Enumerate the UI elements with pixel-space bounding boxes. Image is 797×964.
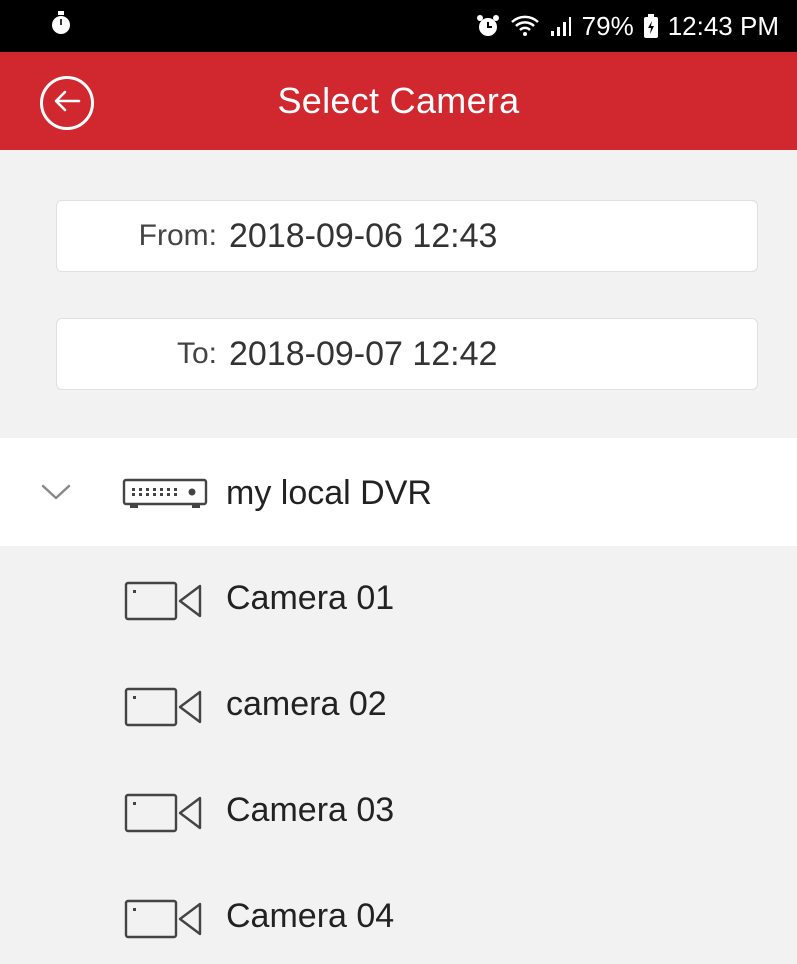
to-label: To: xyxy=(176,337,217,370)
camera-label: camera 02 xyxy=(226,685,387,723)
from-value: 2018-09-06 12:43 xyxy=(229,216,498,255)
signal-icon xyxy=(550,15,572,37)
camera-row[interactable]: Camera 04 xyxy=(0,864,797,964)
battery-icon xyxy=(643,14,658,38)
page-title: Select Camera xyxy=(277,80,520,121)
from-date-field[interactable]: From: 2018-09-06 12:43 xyxy=(56,200,758,272)
chevron-down-icon[interactable] xyxy=(40,482,72,507)
battery-percent: 79% xyxy=(581,10,634,41)
camera-icon xyxy=(124,793,204,838)
app-bar: Select Camera xyxy=(0,52,797,150)
camera-icon xyxy=(124,581,204,626)
camera-label: Camera 03 xyxy=(226,791,395,829)
camera-icon xyxy=(124,687,204,732)
wifi-icon xyxy=(510,14,540,38)
to-date-field[interactable]: To: 2018-09-07 12:42 xyxy=(56,318,758,390)
camera-icon xyxy=(124,899,204,944)
status-bar: 79% 12:43 PM xyxy=(0,0,797,52)
back-button[interactable] xyxy=(40,76,94,130)
camera-tree: my local DVR Camera 01 camera 02 Camera … xyxy=(0,438,797,964)
back-arrow-icon xyxy=(53,89,81,118)
camera-row[interactable]: Camera 01 xyxy=(0,546,797,652)
alarm-icon xyxy=(476,14,500,38)
from-label: From: xyxy=(138,219,217,252)
camera-row[interactable]: camera 02 xyxy=(0,652,797,758)
camera-row[interactable]: Camera 03 xyxy=(0,758,797,864)
camera-label: Camera 04 xyxy=(226,897,395,935)
camera-label: Camera 01 xyxy=(226,579,395,617)
dvr-icon xyxy=(122,476,208,515)
to-value: 2018-09-07 12:42 xyxy=(229,334,498,373)
date-range-filters: From: 2018-09-06 12:43 To: 2018-09-07 12… xyxy=(0,150,797,438)
device-group-label: my local DVR xyxy=(226,474,432,512)
clock-time: 12:43 PM xyxy=(667,10,779,41)
stopwatch-icon xyxy=(50,10,72,43)
device-group-row[interactable]: my local DVR xyxy=(0,438,797,546)
